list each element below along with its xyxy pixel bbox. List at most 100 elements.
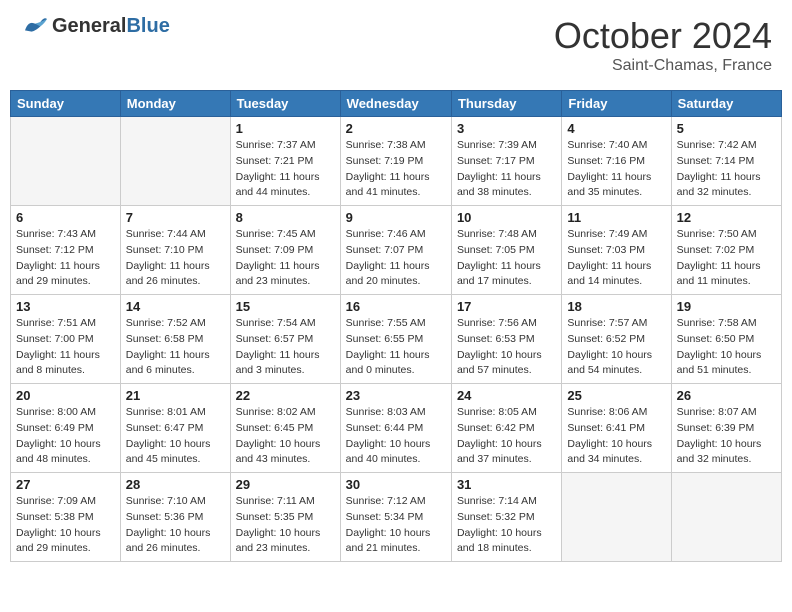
day-number: 24 <box>457 388 556 403</box>
day-number: 6 <box>16 210 115 225</box>
day-number: 28 <box>126 477 225 492</box>
day-info: Sunrise: 7:44 AMSunset: 7:10 PMDaylight:… <box>126 227 225 290</box>
day-info: Sunrise: 7:52 AMSunset: 6:58 PMDaylight:… <box>126 316 225 379</box>
day-number: 25 <box>567 388 665 403</box>
day-number: 16 <box>346 299 446 314</box>
day-number: 1 <box>236 121 335 136</box>
calendar-week-row: 1 Sunrise: 7:37 AMSunset: 7:21 PMDaylight… <box>11 117 782 206</box>
table-row: 10 Sunrise: 7:48 AMSunset: 7:05 PMDayligh… <box>451 206 561 295</box>
day-number: 18 <box>567 299 665 314</box>
day-info: Sunrise: 7:42 AMSunset: 7:14 PMDaylight:… <box>677 138 776 201</box>
table-row: 13 Sunrise: 7:51 AMSunset: 7:00 PMDayligh… <box>11 295 121 384</box>
table-row <box>671 473 781 562</box>
col-wednesday: Wednesday <box>340 91 451 117</box>
calendar-table: Sunday Monday Tuesday Wednesday Thursday… <box>10 90 782 562</box>
day-info: Sunrise: 8:01 AMSunset: 6:47 PMDaylight:… <box>126 405 225 468</box>
table-row: 21Sunrise: 8:01 AMSunset: 6:47 PMDayligh… <box>120 384 230 473</box>
title-section: October 2024 Saint-Chamas, France <box>554 15 772 75</box>
day-info: Sunrise: 7:54 AMSunset: 6:57 PMDaylight:… <box>236 316 335 379</box>
day-info: Sunrise: 7:49 AMSunset: 7:03 PMDaylight:… <box>567 227 665 290</box>
table-row: 2 Sunrise: 7:38 AMSunset: 7:19 PMDaylight… <box>340 117 451 206</box>
day-info: Sunrise: 7:48 AMSunset: 7:05 PMDaylight:… <box>457 227 556 290</box>
table-row: 14 Sunrise: 7:52 AMSunset: 6:58 PMDayligh… <box>120 295 230 384</box>
table-row: 3 Sunrise: 7:39 AMSunset: 7:17 PMDaylight… <box>451 117 561 206</box>
table-row: 31 Sunrise: 7:14 AMSunset: 5:32 PMDayligh… <box>451 473 561 562</box>
day-info: Sunrise: 8:06 AMSunset: 6:41 PMDaylight:… <box>567 405 665 468</box>
day-info: Sunrise: 8:02 AMSunset: 6:45 PMDaylight:… <box>236 405 335 468</box>
table-row: 16 Sunrise: 7:55 AMSunset: 6:55 PMDayligh… <box>340 295 451 384</box>
logo-bird-icon <box>20 17 50 37</box>
table-row: 17 Sunrise: 7:56 AMSunset: 6:53 PMDayligh… <box>451 295 561 384</box>
col-friday: Friday <box>562 91 671 117</box>
table-row: 7 Sunrise: 7:44 AMSunset: 7:10 PMDaylight… <box>120 206 230 295</box>
day-number: 7 <box>126 210 225 225</box>
calendar-header-row: Sunday Monday Tuesday Wednesday Thursday… <box>11 91 782 117</box>
day-number: 17 <box>457 299 556 314</box>
day-info: Sunrise: 7:57 AMSunset: 6:52 PMDaylight:… <box>567 316 665 379</box>
day-number: 19 <box>677 299 776 314</box>
table-row <box>562 473 671 562</box>
day-number: 23 <box>346 388 446 403</box>
table-row: 6Sunrise: 7:43 AMSunset: 7:12 PMDaylight… <box>11 206 121 295</box>
logo-text: GeneralBlue <box>52 15 170 38</box>
day-number: 10 <box>457 210 556 225</box>
day-number: 8 <box>236 210 335 225</box>
table-row: 4 Sunrise: 7:40 AMSunset: 7:16 PMDaylight… <box>562 117 671 206</box>
day-info: Sunrise: 7:37 AMSunset: 7:21 PMDaylight:… <box>236 138 335 201</box>
day-info: Sunrise: 7:10 AMSunset: 5:36 PMDaylight:… <box>126 494 225 557</box>
day-number: 30 <box>346 477 446 492</box>
table-row: 27 Sunrise: 7:09 AMSunset: 5:38 PMDayligh… <box>11 473 121 562</box>
day-info: Sunrise: 8:05 AMSunset: 6:42 PMDaylight:… <box>457 405 556 468</box>
day-info: Sunrise: 7:50 AMSunset: 7:02 PMDaylight:… <box>677 227 776 290</box>
calendar-week-row: 6Sunrise: 7:43 AMSunset: 7:12 PMDaylight… <box>11 206 782 295</box>
day-info: Sunrise: 8:00 AMSunset: 6:49 PMDaylight:… <box>16 405 115 468</box>
day-info: Sunrise: 7:56 AMSunset: 6:53 PMDaylight:… <box>457 316 556 379</box>
day-info: Sunrise: 8:03 AMSunset: 6:44 PMDaylight:… <box>346 405 446 468</box>
day-number: 26 <box>677 388 776 403</box>
table-row: 12 Sunrise: 7:50 AMSunset: 7:02 PMDayligh… <box>671 206 781 295</box>
day-number: 4 <box>567 121 665 136</box>
day-number: 3 <box>457 121 556 136</box>
table-row: 24 Sunrise: 8:05 AMSunset: 6:42 PMDayligh… <box>451 384 561 473</box>
table-row: 20Sunrise: 8:00 AMSunset: 6:49 PMDayligh… <box>11 384 121 473</box>
day-number: 14 <box>126 299 225 314</box>
table-row: 8 Sunrise: 7:45 AMSunset: 7:09 PMDaylight… <box>230 206 340 295</box>
day-number: 9 <box>346 210 446 225</box>
day-info: Sunrise: 7:58 AMSunset: 6:50 PMDaylight:… <box>677 316 776 379</box>
day-number: 31 <box>457 477 556 492</box>
location-title: Saint-Chamas, France <box>554 57 772 75</box>
calendar-week-row: 13 Sunrise: 7:51 AMSunset: 7:00 PMDayligh… <box>11 295 782 384</box>
day-info: Sunrise: 7:51 AMSunset: 7:00 PMDaylight:… <box>16 316 115 379</box>
day-info: Sunrise: 7:39 AMSunset: 7:17 PMDaylight:… <box>457 138 556 201</box>
day-info: Sunrise: 7:11 AMSunset: 5:35 PMDaylight:… <box>236 494 335 557</box>
day-info: Sunrise: 7:55 AMSunset: 6:55 PMDaylight:… <box>346 316 446 379</box>
table-row: 18 Sunrise: 7:57 AMSunset: 6:52 PMDayligh… <box>562 295 671 384</box>
day-info: Sunrise: 7:40 AMSunset: 7:16 PMDaylight:… <box>567 138 665 201</box>
day-number: 27 <box>16 477 115 492</box>
col-sunday: Sunday <box>11 91 121 117</box>
table-row: 28 Sunrise: 7:10 AMSunset: 5:36 PMDayligh… <box>120 473 230 562</box>
table-row: 30 Sunrise: 7:12 AMSunset: 5:34 PMDayligh… <box>340 473 451 562</box>
table-row: 11Sunrise: 7:49 AMSunset: 7:03 PMDayligh… <box>562 206 671 295</box>
col-tuesday: Tuesday <box>230 91 340 117</box>
table-row: 25 Sunrise: 8:06 AMSunset: 6:41 PMDayligh… <box>562 384 671 473</box>
table-row: 9Sunrise: 7:46 AMSunset: 7:07 PMDaylight… <box>340 206 451 295</box>
table-row: 15 Sunrise: 7:54 AMSunset: 6:57 PMDayligh… <box>230 295 340 384</box>
day-number: 12 <box>677 210 776 225</box>
day-info: Sunrise: 7:45 AMSunset: 7:09 PMDaylight:… <box>236 227 335 290</box>
table-row: 22Sunrise: 8:02 AMSunset: 6:45 PMDayligh… <box>230 384 340 473</box>
day-info: Sunrise: 7:09 AMSunset: 5:38 PMDaylight:… <box>16 494 115 557</box>
col-thursday: Thursday <box>451 91 561 117</box>
day-number: 13 <box>16 299 115 314</box>
table-row <box>120 117 230 206</box>
day-number: 15 <box>236 299 335 314</box>
col-monday: Monday <box>120 91 230 117</box>
day-info: Sunrise: 7:14 AMSunset: 5:32 PMDaylight:… <box>457 494 556 557</box>
day-number: 29 <box>236 477 335 492</box>
calendar-week-row: 27 Sunrise: 7:09 AMSunset: 5:38 PMDayligh… <box>11 473 782 562</box>
table-row: 5Sunrise: 7:42 AMSunset: 7:14 PMDaylight… <box>671 117 781 206</box>
day-info: Sunrise: 7:12 AMSunset: 5:34 PMDaylight:… <box>346 494 446 557</box>
day-number: 2 <box>346 121 446 136</box>
day-info: Sunrise: 7:38 AMSunset: 7:19 PMDaylight:… <box>346 138 446 201</box>
table-row: 19 Sunrise: 7:58 AMSunset: 6:50 PMDayligh… <box>671 295 781 384</box>
